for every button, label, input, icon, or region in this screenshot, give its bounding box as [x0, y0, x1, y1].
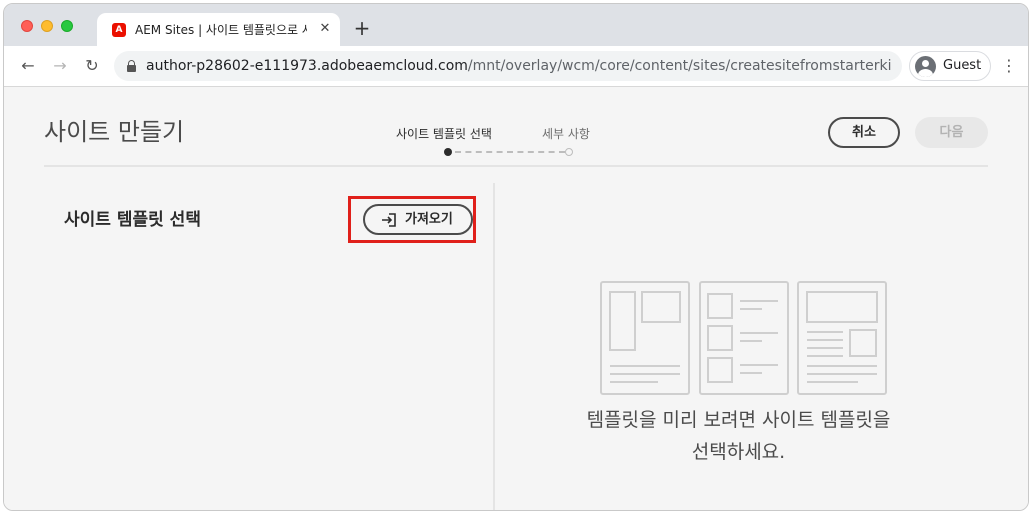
- profile-name: Guest: [943, 58, 982, 73]
- template-preview-panel: 템플릿을 미리 보려면 사이트 템플릿을 선택하세요.: [495, 183, 1028, 510]
- address-bar[interactable]: author-p28602-e111973.adobeaemcloud.com/…: [114, 51, 902, 81]
- template-list-panel: 사이트 템플릿 선택 가져오기: [4, 183, 493, 510]
- browser-tab-active[interactable]: A AEM Sites | 사이트 템플릿으로 사 ✕: [97, 13, 340, 46]
- lock-icon[interactable]: [127, 60, 136, 72]
- import-button-label: 가져오기: [405, 212, 453, 227]
- wizard-page: 사이트 만들기 사이트 템플릿 선택 세부 사항 취소 다음 사이트 템플릿 선…: [4, 87, 1028, 510]
- panel-title: 사이트 템플릿 선택: [64, 210, 201, 230]
- step-connector: [455, 151, 565, 153]
- template-preview-illustration: [600, 281, 887, 395]
- tab-strip: A AEM Sites | 사이트 템플릿으로 사 ✕ +: [4, 4, 1028, 46]
- url-host: author-p28602-e111973.adobeaemcloud.com: [146, 58, 468, 74]
- page-title: 사이트 만들기: [44, 118, 185, 146]
- step-label-select-template: 사이트 템플릿 선택: [396, 127, 492, 141]
- window-minimize-button[interactable]: [41, 20, 53, 32]
- step-indicator-inactive: [565, 148, 573, 156]
- empty-preview-message: 템플릿을 미리 보려면 사이트 템플릿을 선택하세요.: [535, 404, 942, 468]
- url-path: /mnt/overlay/wcm/core/content/sites/crea…: [467, 58, 891, 74]
- kebab-menu-icon[interactable]: ⋮: [999, 56, 1019, 76]
- adobe-favicon-icon: A: [112, 23, 126, 37]
- close-tab-icon[interactable]: ✕: [317, 21, 333, 37]
- wizard-steps: 사이트 템플릿 선택 세부 사항: [384, 123, 624, 163]
- forward-arrow-icon[interactable]: →: [50, 56, 70, 76]
- cancel-button[interactable]: 취소: [828, 117, 900, 148]
- browser-toolbar: ← → ↻ author-p28602-e111973.adobeaemclou…: [4, 46, 1028, 87]
- browser-window: A AEM Sites | 사이트 템플릿으로 사 ✕ + ← → ↻ auth…: [3, 3, 1029, 511]
- avatar-icon: [915, 56, 936, 77]
- back-arrow-icon[interactable]: ←: [18, 56, 38, 76]
- url-text[interactable]: author-p28602-e111973.adobeaemcloud.com/…: [146, 58, 891, 74]
- window-maximize-button[interactable]: [61, 20, 73, 32]
- import-button[interactable]: 가져오기: [363, 204, 473, 235]
- next-button[interactable]: 다음: [915, 117, 988, 148]
- profile-button[interactable]: Guest: [909, 51, 991, 81]
- reload-icon[interactable]: ↻: [82, 56, 102, 76]
- step-indicator-active: [444, 148, 452, 156]
- header-divider: [44, 165, 988, 167]
- new-tab-button[interactable]: +: [352, 18, 372, 38]
- empty-message-line-2: 선택하세요.: [691, 441, 786, 463]
- empty-message-line-1: 템플릿을 미리 보려면 사이트 템플릿을: [586, 409, 891, 431]
- step-label-details: 세부 사항: [542, 127, 590, 141]
- import-icon: [382, 213, 396, 227]
- window-close-button[interactable]: [21, 20, 33, 32]
- tab-title: AEM Sites | 사이트 템플릿으로 사: [135, 23, 307, 37]
